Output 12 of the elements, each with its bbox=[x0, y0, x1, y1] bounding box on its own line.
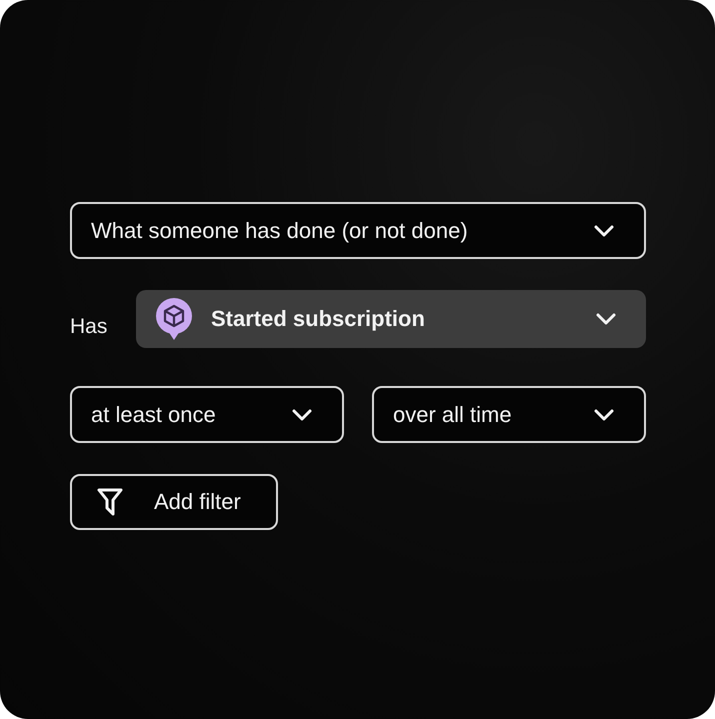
frequency-dropdown[interactable]: at least once bbox=[70, 386, 344, 443]
time-range-dropdown[interactable]: over all time bbox=[372, 386, 646, 443]
chevron-down-icon bbox=[292, 408, 312, 420]
condition-type-dropdown[interactable]: What someone has done (or not done) bbox=[70, 202, 646, 259]
chevron-down-icon bbox=[594, 408, 614, 420]
add-filter-button[interactable]: Add filter bbox=[70, 474, 278, 530]
chevron-down-icon bbox=[596, 313, 616, 325]
cube-pin-icon bbox=[155, 298, 193, 340]
has-label: Has bbox=[70, 314, 108, 339]
event-dropdown[interactable]: Started subscription bbox=[136, 290, 646, 348]
filter-icon bbox=[96, 487, 124, 517]
chevron-down-icon bbox=[594, 224, 614, 236]
